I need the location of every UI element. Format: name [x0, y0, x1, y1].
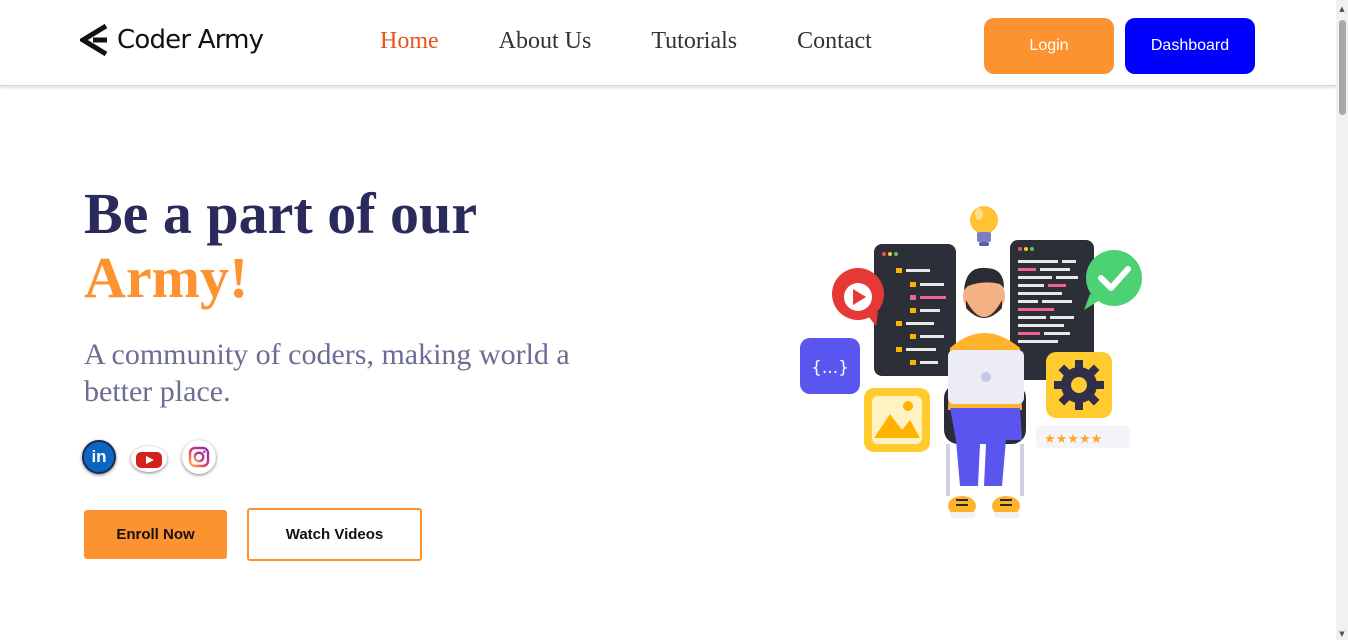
code-braces-tile-icon: {...}	[800, 338, 860, 394]
nav-about-link[interactable]: About Us	[499, 27, 592, 55]
site-header: Coder Army Home About Us Tutorials Conta…	[0, 0, 1336, 86]
code-panel-left-icon	[874, 244, 956, 376]
coder-army-logo-icon	[80, 23, 108, 57]
scrollbar-thumb[interactable]	[1339, 20, 1346, 115]
dashboard-button[interactable]: Dashboard	[1125, 18, 1255, 74]
brand-logo[interactable]: Coder Army	[80, 22, 264, 58]
image-tile-icon	[864, 388, 930, 452]
code-braces-label: {...}	[811, 358, 849, 378]
hero-subtitle: A community of coders, making world a be…	[84, 338, 570, 408]
enroll-now-button[interactable]: Enroll Now	[84, 510, 227, 559]
hero-title-highlight: Army!	[84, 245, 249, 310]
scroll-down-arrow-icon[interactable]: ▼	[1336, 628, 1348, 640]
play-video-bubble-icon	[832, 268, 884, 326]
hero-illustration: {...} ★★★★★	[800, 206, 1142, 518]
scroll-up-arrow-icon[interactable]: ▲	[1336, 3, 1348, 15]
youtube-logo-icon	[136, 452, 162, 468]
brand-name: Coder Army	[117, 25, 264, 55]
watch-videos-button[interactable]: Watch Videos	[247, 508, 422, 561]
linkedin-glyph: in	[91, 447, 107, 466]
svg-text:★★★★★: ★★★★★	[1044, 432, 1102, 447]
lightbulb-icon	[970, 206, 998, 246]
linkedin-icon[interactable]: in	[82, 440, 116, 474]
settings-gear-tile-icon	[1046, 352, 1112, 418]
page-scrollbar[interactable]: ▲ ▼	[1336, 0, 1348, 640]
rating-stars-icon: ★★★★★	[1036, 426, 1130, 448]
nav-tutorials-link[interactable]: Tutorials	[651, 27, 737, 55]
instagram-logo-icon	[188, 446, 210, 468]
youtube-icon[interactable]	[131, 446, 167, 472]
login-button[interactable]: Login	[984, 18, 1114, 74]
hero-title-line1: Be a part of our	[84, 181, 478, 246]
nav-home-link[interactable]: Home	[380, 27, 439, 55]
instagram-icon[interactable]	[182, 440, 216, 474]
main-nav: Home About Us Tutorials Contact	[380, 27, 932, 55]
hero-title: Be a part of our Army!	[84, 182, 477, 310]
nav-contact-link[interactable]: Contact	[797, 27, 872, 55]
